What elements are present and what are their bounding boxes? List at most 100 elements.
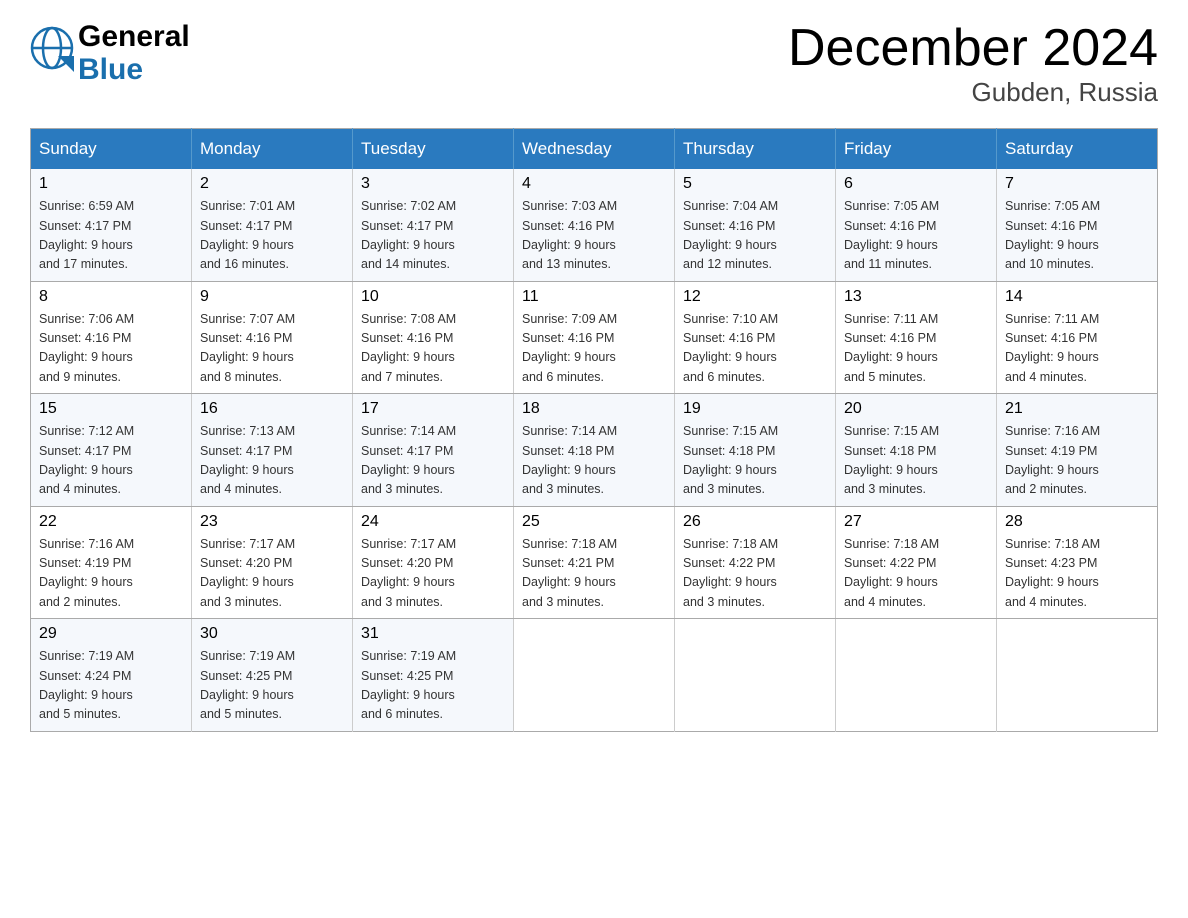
table-row: 5 Sunrise: 7:04 AMSunset: 4:16 PMDayligh… [675, 169, 836, 281]
day-number: 16 [200, 400, 344, 418]
day-info: Sunrise: 7:19 AMSunset: 4:25 PMDaylight:… [200, 647, 344, 725]
calendar-header-row: Sunday Monday Tuesday Wednesday Thursday… [31, 129, 1158, 170]
table-row: 17 Sunrise: 7:14 AMSunset: 4:17 PMDaylig… [353, 394, 514, 507]
day-info: Sunrise: 7:03 AMSunset: 4:16 PMDaylight:… [522, 197, 666, 275]
day-number: 21 [1005, 400, 1149, 418]
day-info: Sunrise: 7:19 AMSunset: 4:25 PMDaylight:… [361, 647, 505, 725]
table-row [836, 619, 997, 732]
table-row: 28 Sunrise: 7:18 AMSunset: 4:23 PMDaylig… [997, 506, 1158, 619]
table-row: 9 Sunrise: 7:07 AMSunset: 4:16 PMDayligh… [192, 281, 353, 394]
table-row: 24 Sunrise: 7:17 AMSunset: 4:20 PMDaylig… [353, 506, 514, 619]
logo-general-text: General [78, 20, 190, 53]
calendar-table: Sunday Monday Tuesday Wednesday Thursday… [30, 128, 1158, 732]
day-info: Sunrise: 7:14 AMSunset: 4:17 PMDaylight:… [361, 422, 505, 500]
calendar-week-row: 29 Sunrise: 7:19 AMSunset: 4:24 PMDaylig… [31, 619, 1158, 732]
day-number: 12 [683, 288, 827, 306]
col-tuesday: Tuesday [353, 129, 514, 170]
logo-blue-text: Blue [78, 53, 190, 86]
day-number: 17 [361, 400, 505, 418]
day-number: 2 [200, 175, 344, 193]
table-row [675, 619, 836, 732]
day-number: 23 [200, 513, 344, 531]
day-info: Sunrise: 7:05 AMSunset: 4:16 PMDaylight:… [1005, 197, 1149, 275]
day-number: 24 [361, 513, 505, 531]
table-row [997, 619, 1158, 732]
table-row: 21 Sunrise: 7:16 AMSunset: 4:19 PMDaylig… [997, 394, 1158, 507]
day-number: 5 [683, 175, 827, 193]
day-info: Sunrise: 7:11 AMSunset: 4:16 PMDaylight:… [1005, 310, 1149, 388]
table-row: 11 Sunrise: 7:09 AMSunset: 4:16 PMDaylig… [514, 281, 675, 394]
day-info: Sunrise: 7:18 AMSunset: 4:21 PMDaylight:… [522, 535, 666, 613]
day-number: 28 [1005, 513, 1149, 531]
day-number: 14 [1005, 288, 1149, 306]
day-info: Sunrise: 7:17 AMSunset: 4:20 PMDaylight:… [200, 535, 344, 613]
day-info: Sunrise: 7:14 AMSunset: 4:18 PMDaylight:… [522, 422, 666, 500]
day-number: 8 [39, 288, 183, 306]
day-number: 9 [200, 288, 344, 306]
page-header: General Blue December 2024 Gubden, Russi… [30, 20, 1158, 108]
col-thursday: Thursday [675, 129, 836, 170]
day-number: 11 [522, 288, 666, 306]
day-number: 22 [39, 513, 183, 531]
day-info: Sunrise: 7:16 AMSunset: 4:19 PMDaylight:… [1005, 422, 1149, 500]
logo-icon [30, 26, 74, 81]
day-info: Sunrise: 7:02 AMSunset: 4:17 PMDaylight:… [361, 197, 505, 275]
day-number: 15 [39, 400, 183, 418]
table-row: 19 Sunrise: 7:15 AMSunset: 4:18 PMDaylig… [675, 394, 836, 507]
table-row [514, 619, 675, 732]
day-info: Sunrise: 7:15 AMSunset: 4:18 PMDaylight:… [844, 422, 988, 500]
col-monday: Monday [192, 129, 353, 170]
table-row: 10 Sunrise: 7:08 AMSunset: 4:16 PMDaylig… [353, 281, 514, 394]
day-info: Sunrise: 7:06 AMSunset: 4:16 PMDaylight:… [39, 310, 183, 388]
calendar-week-row: 8 Sunrise: 7:06 AMSunset: 4:16 PMDayligh… [31, 281, 1158, 394]
table-row: 15 Sunrise: 7:12 AMSunset: 4:17 PMDaylig… [31, 394, 192, 507]
day-number: 19 [683, 400, 827, 418]
day-number: 13 [844, 288, 988, 306]
day-info: Sunrise: 7:17 AMSunset: 4:20 PMDaylight:… [361, 535, 505, 613]
day-info: Sunrise: 7:09 AMSunset: 4:16 PMDaylight:… [522, 310, 666, 388]
calendar-week-row: 15 Sunrise: 7:12 AMSunset: 4:17 PMDaylig… [31, 394, 1158, 507]
day-info: Sunrise: 7:18 AMSunset: 4:22 PMDaylight:… [844, 535, 988, 613]
table-row: 27 Sunrise: 7:18 AMSunset: 4:22 PMDaylig… [836, 506, 997, 619]
table-row: 30 Sunrise: 7:19 AMSunset: 4:25 PMDaylig… [192, 619, 353, 732]
day-info: Sunrise: 6:59 AMSunset: 4:17 PMDaylight:… [39, 197, 183, 275]
day-info: Sunrise: 7:05 AMSunset: 4:16 PMDaylight:… [844, 197, 988, 275]
table-row: 3 Sunrise: 7:02 AMSunset: 4:17 PMDayligh… [353, 169, 514, 281]
day-info: Sunrise: 7:19 AMSunset: 4:24 PMDaylight:… [39, 647, 183, 725]
day-info: Sunrise: 7:04 AMSunset: 4:16 PMDaylight:… [683, 197, 827, 275]
day-number: 18 [522, 400, 666, 418]
day-number: 4 [522, 175, 666, 193]
col-friday: Friday [836, 129, 997, 170]
table-row: 2 Sunrise: 7:01 AMSunset: 4:17 PMDayligh… [192, 169, 353, 281]
table-row: 22 Sunrise: 7:16 AMSunset: 4:19 PMDaylig… [31, 506, 192, 619]
day-number: 7 [1005, 175, 1149, 193]
month-title: December 2024 [788, 20, 1158, 77]
table-row: 20 Sunrise: 7:15 AMSunset: 4:18 PMDaylig… [836, 394, 997, 507]
table-row: 8 Sunrise: 7:06 AMSunset: 4:16 PMDayligh… [31, 281, 192, 394]
table-row: 29 Sunrise: 7:19 AMSunset: 4:24 PMDaylig… [31, 619, 192, 732]
day-info: Sunrise: 7:01 AMSunset: 4:17 PMDaylight:… [200, 197, 344, 275]
logo-label: General Blue [78, 20, 190, 86]
day-info: Sunrise: 7:13 AMSunset: 4:17 PMDaylight:… [200, 422, 344, 500]
col-wednesday: Wednesday [514, 129, 675, 170]
calendar-week-row: 22 Sunrise: 7:16 AMSunset: 4:19 PMDaylig… [31, 506, 1158, 619]
day-number: 20 [844, 400, 988, 418]
table-row: 26 Sunrise: 7:18 AMSunset: 4:22 PMDaylig… [675, 506, 836, 619]
table-row: 18 Sunrise: 7:14 AMSunset: 4:18 PMDaylig… [514, 394, 675, 507]
day-info: Sunrise: 7:11 AMSunset: 4:16 PMDaylight:… [844, 310, 988, 388]
table-row: 7 Sunrise: 7:05 AMSunset: 4:16 PMDayligh… [997, 169, 1158, 281]
day-number: 26 [683, 513, 827, 531]
day-info: Sunrise: 7:08 AMSunset: 4:16 PMDaylight:… [361, 310, 505, 388]
day-number: 1 [39, 175, 183, 193]
day-info: Sunrise: 7:07 AMSunset: 4:16 PMDaylight:… [200, 310, 344, 388]
table-row: 31 Sunrise: 7:19 AMSunset: 4:25 PMDaylig… [353, 619, 514, 732]
day-info: Sunrise: 7:10 AMSunset: 4:16 PMDaylight:… [683, 310, 827, 388]
day-info: Sunrise: 7:15 AMSunset: 4:18 PMDaylight:… [683, 422, 827, 500]
table-row: 23 Sunrise: 7:17 AMSunset: 4:20 PMDaylig… [192, 506, 353, 619]
day-number: 31 [361, 625, 505, 643]
table-row: 14 Sunrise: 7:11 AMSunset: 4:16 PMDaylig… [997, 281, 1158, 394]
col-sunday: Sunday [31, 129, 192, 170]
day-number: 6 [844, 175, 988, 193]
table-row: 6 Sunrise: 7:05 AMSunset: 4:16 PMDayligh… [836, 169, 997, 281]
day-number: 10 [361, 288, 505, 306]
